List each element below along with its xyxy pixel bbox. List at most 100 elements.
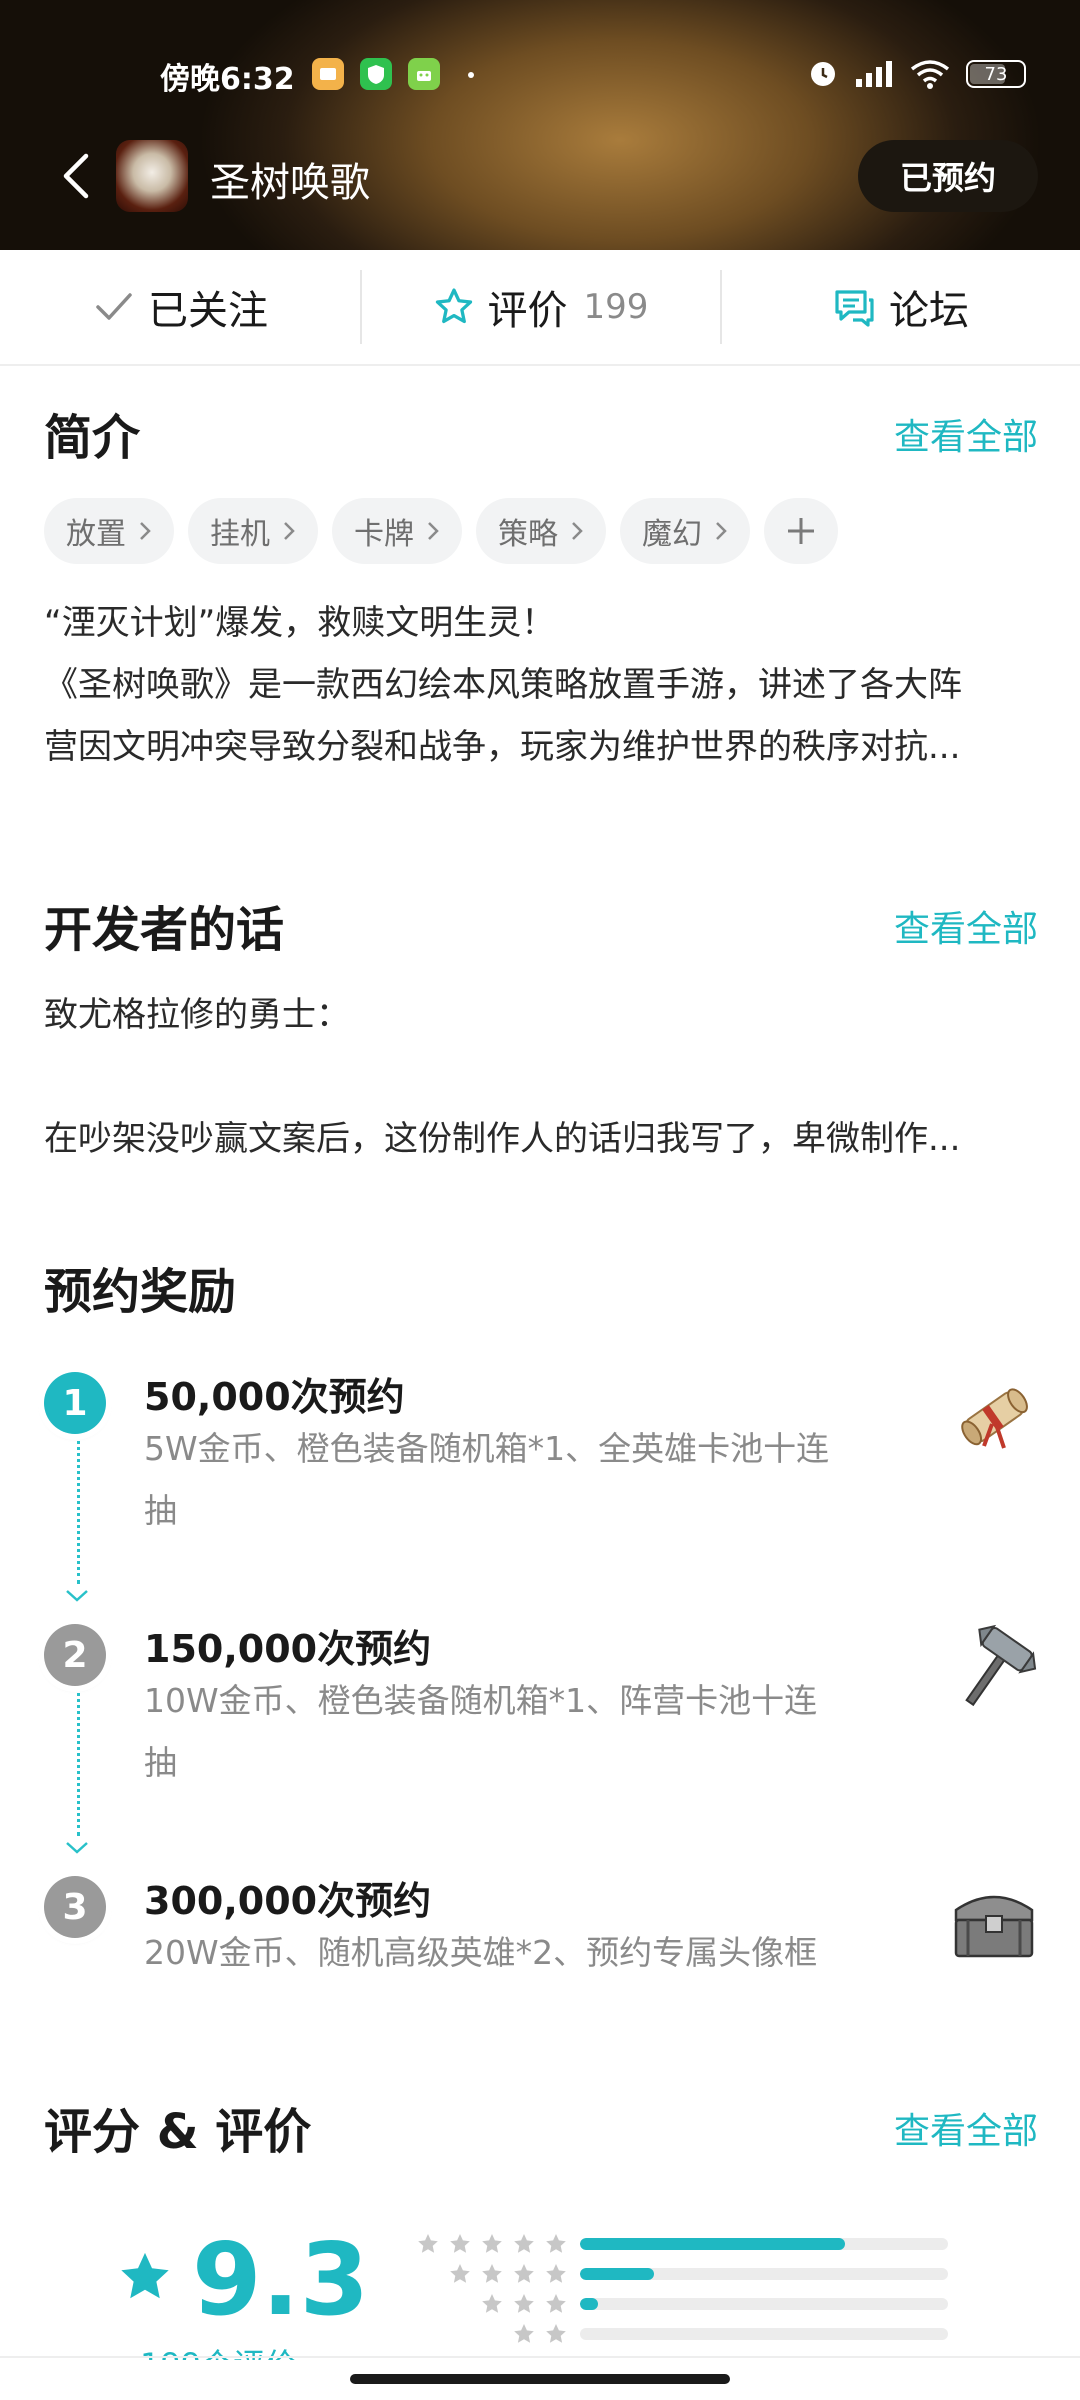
scroll-icon — [961, 1388, 1028, 1449]
rating-bar-fill — [580, 2268, 654, 2280]
intro-text: “湮灭计划”爆发，救赎文明生灵！ 《圣树唤歌》是一款西幻绘本风策略放置手游，讲述… — [44, 603, 962, 767]
chat-icon — [835, 290, 874, 327]
milestone-number: 2 — [44, 1624, 106, 1686]
milestone-desc: 20W金币、随机高级英雄*2、预约专属头像框 — [144, 1933, 818, 1972]
action-bar: 已关注 评价 199 论坛 — [0, 250, 1080, 366]
chevron-right-icon — [284, 522, 295, 540]
intro-see-all-link[interactable]: 查看全部 — [894, 408, 1038, 460]
follow-button[interactable]: 已关注 — [0, 250, 360, 364]
rating-bar-track — [580, 2328, 948, 2340]
game-header: 傍晚6:32 73 圣树唤歌 已预约 — [0, 0, 1080, 250]
milestone-title: 300,000次预约 — [144, 1879, 432, 1923]
star-group — [400, 2292, 580, 2316]
small-star-icon — [514, 2234, 534, 2253]
app-logo — [116, 140, 188, 212]
small-star-icon — [514, 2294, 534, 2313]
chevron-left-icon — [63, 153, 89, 199]
small-star-icon — [482, 2234, 502, 2253]
small-star-icon — [418, 2234, 438, 2253]
chevron-down-icon — [66, 1842, 88, 1854]
rating-distribution-row — [400, 2230, 960, 2258]
small-star-icon — [450, 2264, 470, 2283]
chevron-right-icon — [716, 522, 727, 540]
intro-title: 简介 — [44, 410, 141, 466]
small-star-icon — [482, 2264, 502, 2283]
milestone-number: 3 — [44, 1876, 106, 1938]
developer-title: 开发者的话 — [44, 902, 285, 958]
status-right: 73 — [808, 56, 1026, 92]
rating-distribution-row — [400, 2320, 960, 2348]
forum-button[interactable]: 论坛 — [720, 250, 1080, 364]
notification-dot — [468, 72, 474, 78]
reserved-button[interactable]: 已预约 — [858, 140, 1038, 212]
page-title: 圣树唤歌 — [210, 160, 370, 206]
rate-label: 评价 — [487, 288, 568, 334]
app-bar: 圣树唤歌 已预约 — [0, 132, 1080, 222]
milestone-number: 1 — [44, 1372, 106, 1434]
rate-count: 199 — [583, 287, 649, 327]
rating-title: 评分 & 评价 — [44, 2104, 312, 2160]
rating-bar-track — [580, 2268, 948, 2280]
developer-see-all-link[interactable]: 查看全部 — [894, 900, 1038, 952]
milestone-desc: 10W金币、橙色装备随机箱*1、阵营卡池十连 抽 — [144, 1681, 818, 1782]
wifi-icon — [910, 60, 950, 89]
android-icon — [408, 58, 440, 90]
rating-bar-fill — [580, 2298, 599, 2310]
add-tag-button[interactable] — [764, 498, 838, 564]
chevron-right-icon — [428, 522, 439, 540]
rating-bar-fill — [580, 2238, 845, 2250]
rating-score: 9.3 — [192, 2221, 370, 2338]
milestone-desc: 5W金币、橙色装备随机箱*1、全英雄卡池十连 抽 — [144, 1429, 830, 1530]
milestone-connector — [77, 1434, 80, 1584]
forum-label: 论坛 — [889, 288, 969, 334]
chevron-right-icon — [140, 522, 151, 540]
alarm-icon — [811, 62, 835, 86]
chevron-right-icon — [572, 522, 583, 540]
status-bar: 傍晚6:32 73 — [0, 52, 1080, 100]
rating-distribution-row — [400, 2290, 960, 2318]
status-time: 傍晚6:32 — [160, 62, 295, 97]
rate-button[interactable]: 评价 199 — [360, 250, 720, 364]
tag-chip[interactable]: 魔幻 — [620, 498, 750, 564]
rating-bar-track — [580, 2238, 948, 2250]
tag-chip[interactable]: 策略 — [476, 498, 606, 564]
rating-distribution-row — [400, 2260, 960, 2288]
bottom-divider — [0, 2356, 1080, 2358]
star-icon — [121, 2252, 169, 2299]
star-group — [400, 2232, 580, 2256]
star-outline-icon — [435, 288, 472, 324]
milestone-title: 50,000次预约 — [144, 1375, 405, 1419]
rating-bar-track — [580, 2298, 948, 2310]
hammer-icon — [965, 1624, 1037, 1707]
small-star-icon — [546, 2264, 566, 2283]
rewards-title: 预约奖励 — [44, 1264, 237, 1320]
tag-chip[interactable]: 挂机 — [188, 498, 318, 564]
small-star-icon — [450, 2234, 470, 2253]
shield-icon — [360, 58, 392, 90]
developer-text: 致尤格拉修的勇士： 在吵架没吵赢文案后，这份制作人的话归我写了，卑微制作... — [44, 995, 961, 1159]
small-star-icon — [514, 2264, 534, 2283]
tag-list: 放置 挂机 卡牌 策略 魔幻 — [44, 498, 838, 564]
check-icon — [96, 293, 132, 320]
tag-chip[interactable]: 卡牌 — [332, 498, 462, 564]
rating-see-all-link[interactable]: 查看全部 — [894, 2102, 1038, 2154]
small-star-icon — [546, 2234, 566, 2253]
star-group — [400, 2322, 580, 2346]
milestone-title: 150,000次预约 — [144, 1627, 432, 1671]
tag-chip[interactable]: 放置 — [44, 498, 174, 564]
battery-indicator: 73 — [966, 60, 1026, 88]
chest-icon — [954, 1895, 1034, 1958]
signal-icon — [856, 61, 892, 87]
star-group — [400, 2262, 580, 2286]
follow-label: 已关注 — [148, 288, 268, 334]
small-star-icon — [514, 2324, 534, 2343]
small-star-icon — [482, 2294, 502, 2313]
plus-icon — [788, 518, 814, 544]
message-icon — [312, 58, 344, 90]
home-indicator[interactable] — [350, 2374, 730, 2384]
back-button[interactable] — [54, 148, 102, 204]
small-star-icon — [546, 2294, 566, 2313]
small-star-icon — [546, 2324, 566, 2343]
milestone-connector — [77, 1686, 80, 1836]
chevron-down-icon — [66, 1590, 88, 1602]
